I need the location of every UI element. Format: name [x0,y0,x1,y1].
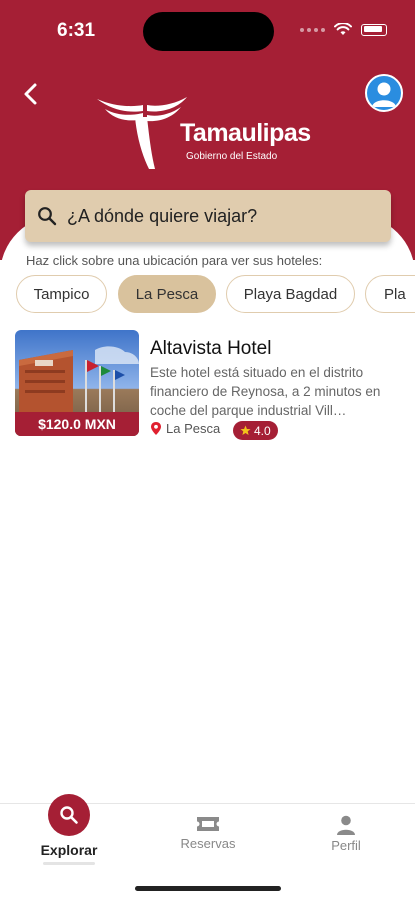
tab-reservas[interactable]: Reservas [148,804,268,851]
chip-partial[interactable]: Pla [365,275,415,313]
location-hint: Haz click sobre una ubicación para ver s… [26,253,323,268]
status-time: 6:31 [57,20,96,41]
home-indicator[interactable] [135,886,281,891]
search-placeholder: ¿A dónde quiere viajar? [67,205,258,226]
hotel-card[interactable]: $120.0 MXN Altavista Hotel Este hotel es… [15,330,405,440]
chip-la-pesca[interactable]: La Pesca [118,275,216,313]
price-tag: $120.0 MXN [15,412,139,436]
profile-button[interactable] [365,74,403,112]
tamaulipas-logo: Tamaulipas Gobierno del Estado [95,95,335,175]
map-pin-icon [151,422,161,435]
brand-title: Tamaulipas [180,119,311,147]
camera-notch [143,12,274,51]
hotel-location: La Pesca [150,421,220,436]
status-bar: 6:31 [0,0,415,60]
user-avatar-icon [372,82,396,107]
chip-tampico[interactable]: Tampico [16,275,107,313]
search-bar[interactable]: ¿A dónde quiere viajar? [25,190,391,242]
hotel-image: $120.0 MXN [15,330,139,436]
location-chips: Tampico La Pesca Playa Bagdad Pla [16,275,415,315]
signal-icon [300,27,325,32]
battery-icon [361,23,387,36]
tab-explorar-circle [48,794,90,836]
logo-emblem-icon [97,97,187,169]
tab-active-underline [43,862,95,865]
ticket-icon [197,817,219,831]
star-icon [240,425,251,435]
rating-badge: 4.0 [233,421,278,440]
chevron-left-icon [24,83,37,105]
rating-value: 4.0 [254,423,271,438]
hotel-location-label: La Pesca [166,421,221,436]
chip-playa-bagdad[interactable]: Playa Bagdad [226,275,355,313]
tab-reservas-label: Reservas [180,836,236,851]
wifi-icon [334,23,352,35]
hotel-name: Altavista Hotel [150,338,272,359]
search-icon [60,806,78,824]
brand-subtitle: Gobierno del Estado [186,151,278,162]
tab-explorar-label: Explorar [40,842,98,858]
back-button[interactable] [18,80,46,108]
hotel-description: Este hotel está situado en el distrito f… [150,365,381,418]
search-icon [38,207,57,226]
status-icons [300,23,387,36]
tab-perfil-label: Perfil [331,838,361,853]
tab-explorar[interactable]: Explorar [9,794,129,865]
tab-perfil[interactable]: Perfil [286,804,406,853]
person-icon [337,815,355,835]
